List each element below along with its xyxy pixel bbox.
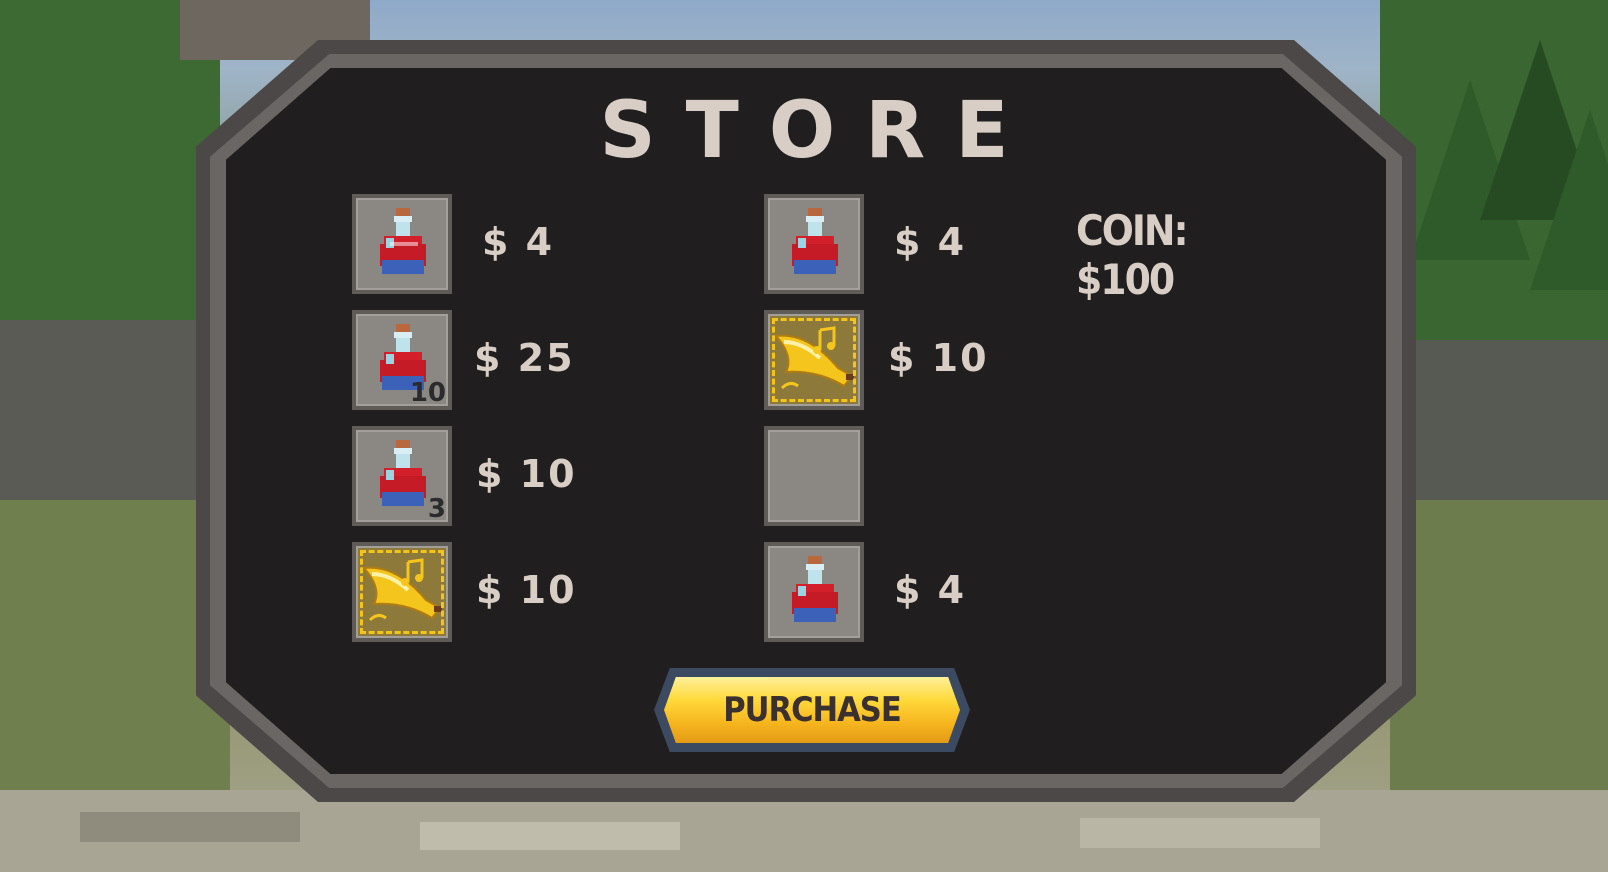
store-slot-left-1[interactable] [352,194,452,294]
red-potion-icon [792,556,838,622]
quantity-badge: 3 [427,494,446,524]
game-scene: STORE COIN: $100 $ 4 10 $ 25 3 $ 10 $ 10… [0,0,1608,872]
quantity-badge: 10 [409,378,446,408]
price-label: $ 4 [482,220,555,264]
background-wall-right [1410,340,1608,510]
store-slot-right-1[interactable] [764,194,864,294]
golden-horn-icon [773,326,854,390]
coin-balance: COIN: $100 [1076,206,1189,304]
purchase-button[interactable]: PURCHASE [654,668,970,752]
store-slot-left-4[interactable] [352,542,452,642]
floor-plank [80,812,300,842]
purchase-button-label: PURCHASE [723,690,901,730]
price-label: $ 4 [894,220,967,264]
background-grass-left [0,500,230,800]
price-label: $ 10 [888,336,989,380]
golden-horn-icon [361,558,442,622]
price-label: $ 4 [894,568,967,612]
store-slot-left-3[interactable]: 3 [352,426,452,526]
store-slot-right-4[interactable] [764,542,864,642]
purchase-button-face[interactable]: PURCHASE [664,677,960,743]
price-label: $ 25 [474,336,575,380]
background-grass-right [1390,500,1608,800]
price-label: $ 10 [476,452,577,496]
store-slot-left-2[interactable]: 10 [352,310,452,410]
background-wall-left [0,320,200,500]
floor-plank [1080,818,1320,848]
store-title: STORE [599,86,1039,176]
red-potion-icon [792,208,838,274]
store-slot-right-2[interactable] [764,310,864,410]
price-label: $ 10 [476,568,577,612]
red-potion-icon [380,208,426,274]
floor-plank [420,822,680,850]
store-slot-right-3-empty[interactable] [764,426,864,526]
